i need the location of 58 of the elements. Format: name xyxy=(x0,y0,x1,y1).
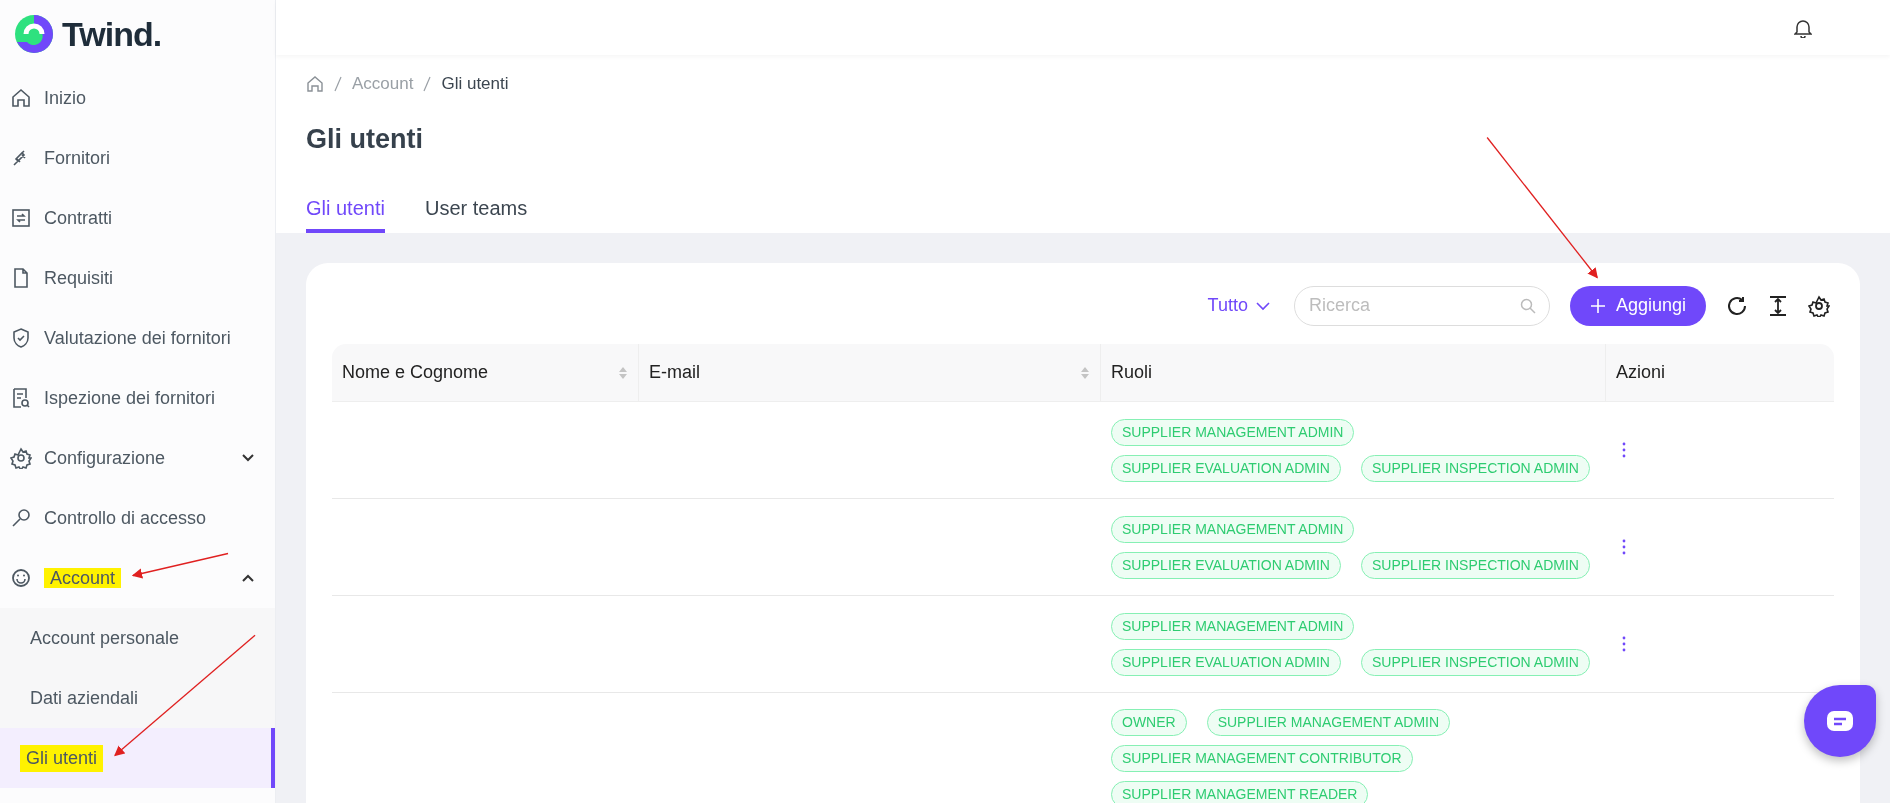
role-tag: SUPPLIER INSPECTION ADMIN xyxy=(1361,454,1590,482)
tab[interactable]: User teams xyxy=(424,193,528,233)
more-icon[interactable] xyxy=(1622,539,1626,555)
role-tag: SUPPLIER MANAGEMENT CONTRIBUTOR xyxy=(1111,745,1413,772)
role-tag: SUPPLIER MANAGEMENT ADMIN xyxy=(1111,612,1355,640)
sidebar-item[interactable]: Requisiti xyxy=(44,267,114,288)
add-button[interactable]: Aggiungi xyxy=(1569,285,1706,326)
role-tag: SUPPLIER MANAGEMENT READER xyxy=(1111,781,1369,803)
column-header[interactable]: E-mail xyxy=(639,344,1101,401)
sidebar-subitem[interactable]: Gli utenti xyxy=(0,728,275,788)
document-search-icon xyxy=(10,387,32,409)
home-icon xyxy=(10,87,32,109)
plus-icon xyxy=(1589,297,1606,314)
role-tag: SUPPLIER EVALUATION ADMIN xyxy=(1111,648,1341,676)
sidebar-item[interactable]: Account xyxy=(44,567,122,588)
filter-dropdown[interactable]: Tutto xyxy=(1207,292,1270,319)
settings-icon xyxy=(10,447,32,469)
role-tag: SUPPLIER MANAGEMENT ADMIN xyxy=(1206,709,1451,736)
sidebar-item[interactable]: Valutazione dei fornitori xyxy=(44,327,231,348)
magnifier-icon xyxy=(10,507,32,529)
breadcrumb-separator xyxy=(423,75,432,92)
brand-name: Twind. xyxy=(62,13,162,55)
sidebar-item[interactable]: Ispezione dei fornitori xyxy=(44,387,216,408)
breadcrumb-item: Gli utenti xyxy=(441,73,509,95)
sidebar-subitem[interactable]: Dati aziendali xyxy=(0,668,275,728)
caret-icon xyxy=(1255,300,1270,311)
column-header: Azioni xyxy=(1615,361,1667,384)
more-icon[interactable] xyxy=(1622,636,1626,652)
bell-icon[interactable] xyxy=(1794,17,1812,38)
logo-icon xyxy=(12,12,56,56)
role-tag: SUPPLIER INSPECTION ADMIN xyxy=(1361,551,1590,579)
role-tag: SUPPLIER MANAGEMENT ADMIN xyxy=(1111,418,1355,446)
document-icon xyxy=(10,207,32,229)
search-icon xyxy=(1519,297,1536,314)
sidebar-item[interactable]: Configurazione xyxy=(44,447,166,468)
refresh-icon[interactable] xyxy=(1726,294,1748,317)
sidebar-item[interactable]: Inizio xyxy=(44,87,87,108)
role-tag: SUPPLIER INSPECTION ADMIN xyxy=(1361,648,1590,676)
role-tag: SUPPLIER EVALUATION ADMIN xyxy=(1111,454,1341,482)
breadcrumb-separator xyxy=(334,75,342,92)
row-height-icon[interactable] xyxy=(1768,294,1788,317)
search-field[interactable]: Ricerca xyxy=(1293,285,1550,326)
chat-icon xyxy=(1826,710,1854,732)
page-title: Gli utenti xyxy=(306,122,424,156)
column-header: Ruoli xyxy=(1101,344,1606,401)
home-icon[interactable] xyxy=(306,74,324,93)
sidebar-item[interactable]: Contratti xyxy=(44,207,113,228)
sidebar-item[interactable]: Controllo di accesso xyxy=(44,507,207,528)
role-tag: SUPPLIER MANAGEMENT ADMIN xyxy=(1111,515,1355,543)
sidebar-item[interactable]: Fornitori xyxy=(44,147,110,168)
sidebar-subitem[interactable]: Account personale xyxy=(0,608,275,668)
role-tag: SUPPLIER EVALUATION ADMIN xyxy=(1111,551,1341,579)
column-header[interactable]: Nome e Cognome xyxy=(332,344,639,401)
shield-icon xyxy=(10,327,32,349)
more-icon[interactable] xyxy=(1622,442,1626,458)
role-tag: OWNER xyxy=(1111,709,1187,736)
settings-icon[interactable] xyxy=(1808,294,1830,317)
smiley-icon xyxy=(10,567,32,589)
